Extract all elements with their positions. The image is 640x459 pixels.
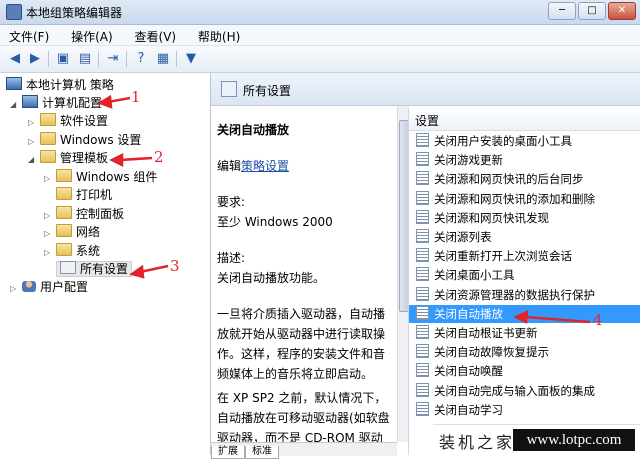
annotation-arrow-2: [119, 156, 153, 162]
annotation-arrowhead-1: [97, 94, 113, 109]
annotation-label-3: 3: [170, 257, 180, 275]
annotation-label-1: 1: [131, 88, 141, 106]
annotation-arrowhead-3: [129, 264, 145, 279]
annotation-label-4: 4: [593, 311, 603, 329]
watermark: 装机之家 www.lotpc.com: [433, 424, 640, 456]
watermark-url: www.lotpc.com: [513, 429, 635, 451]
annotation-arrowhead-4: [513, 309, 529, 324]
annotation-arrow-3: [139, 264, 169, 274]
annotation-label-2: 2: [154, 148, 164, 166]
watermark-cn: 装机之家: [439, 433, 516, 452]
annotation-arrowhead-2: [109, 152, 124, 168]
annotation-arrow-4: [524, 315, 591, 324]
annotation-arrows: [97, 94, 591, 324]
